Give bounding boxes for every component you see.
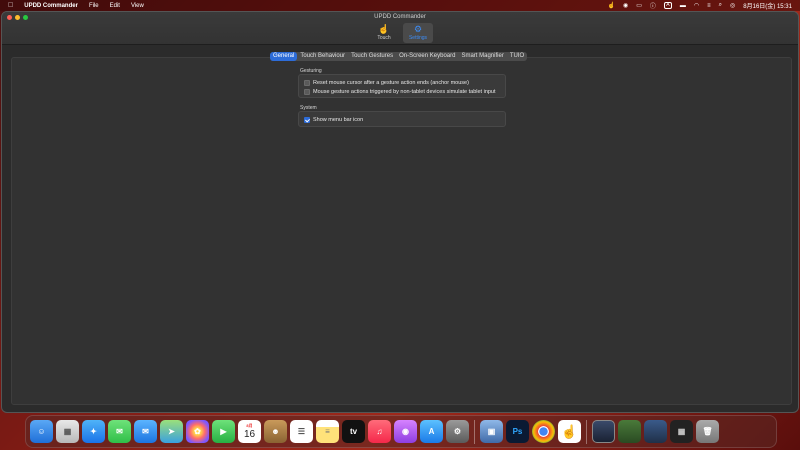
- simulate-tablet-input-checkbox[interactable]: [304, 88, 310, 95]
- system-group: Show menu bar icon: [298, 111, 506, 127]
- finder-icon[interactable]: ☺: [30, 420, 53, 443]
- messages-icon[interactable]: ✉: [108, 420, 131, 443]
- system-settings-icon[interactable]: ⚙: [446, 420, 469, 443]
- apple-menu-icon[interactable]: : [8, 2, 13, 9]
- calendar-icon[interactable]: 8月 16: [238, 420, 261, 443]
- record-status-icon[interactable]: ◉: [623, 2, 628, 9]
- dock-separator-2: [586, 419, 587, 444]
- search-icon[interactable]: ⌕: [719, 2, 722, 9]
- control-center-icon[interactable]: ≡: [707, 3, 711, 9]
- reminders-icon[interactable]: ☰: [290, 420, 313, 443]
- window-title: UPDD Commander: [374, 14, 426, 20]
- minimized-window-3[interactable]: [644, 420, 667, 443]
- toolbar: ☝ Touch ⚙ Settings: [369, 23, 433, 43]
- gear-icon: ⚙: [413, 24, 423, 34]
- menu-bar:  UPDD Commander File Edit View ☝ ◉ ▭ ⓘ …: [0, 0, 800, 11]
- tab-on-screen-keyboard[interactable]: On-Screen Keyboard: [396, 52, 458, 61]
- tab-touch-gestures[interactable]: Touch Gestures: [348, 52, 396, 61]
- notes-icon[interactable]: ≡: [316, 420, 339, 443]
- minimized-window-1[interactable]: [592, 420, 615, 443]
- simulate-tablet-input-label: Mouse gesture actions triggered by non-t…: [313, 88, 496, 95]
- show-menu-bar-icon-option[interactable]: Show menu bar icon: [304, 115, 500, 124]
- preview-icon[interactable]: ▣: [480, 420, 503, 443]
- app-window: UPDD Commander ☝ Touch ⚙ Settings Genera…: [1, 11, 799, 413]
- tab-tuio[interactable]: TUIO: [507, 52, 527, 61]
- dock-separator: [474, 419, 475, 444]
- touch-status-icon[interactable]: ☝: [607, 2, 614, 9]
- toolbar-settings-button[interactable]: ⚙ Settings: [403, 23, 433, 43]
- updd-commander-icon[interactable]: ☝: [558, 420, 581, 443]
- show-menu-bar-icon-label: Show menu bar icon: [313, 116, 364, 123]
- app-store-icon[interactable]: A: [420, 420, 443, 443]
- info-status-icon[interactable]: ⓘ: [650, 1, 656, 10]
- menu-view[interactable]: View: [131, 3, 144, 9]
- input-source-indicator[interactable]: A: [663, 2, 672, 9]
- title-bar: UPDD Commander ☝ Touch ⚙ Settings: [2, 12, 798, 45]
- settings-panel: [11, 57, 792, 405]
- dock: ☺ ▦ ✦ ✉ ✉ ➤ ✿ ▶ 8月 16 ☻ ☰ ≡ tv ♫ ◉ A ⚙ ▣…: [25, 415, 777, 448]
- apple-tv-icon[interactable]: tv: [342, 420, 365, 443]
- maps-icon[interactable]: ➤: [160, 420, 183, 443]
- app-menu[interactable]: UPDD Commander: [24, 3, 78, 9]
- gesturing-group: Reset mouse cursor after a gesture actio…: [298, 74, 506, 98]
- photos-icon[interactable]: ✿: [186, 420, 209, 443]
- menu-edit[interactable]: Edit: [110, 3, 120, 9]
- tv-label: tv: [349, 427, 358, 436]
- tab-general[interactable]: General: [270, 52, 298, 61]
- calendar-day: 16: [243, 429, 256, 440]
- podcasts-icon[interactable]: ◉: [394, 420, 417, 443]
- settings-tabs: General Touch Behaviour Touch Gestures O…: [270, 52, 528, 61]
- tab-smart-magnifier[interactable]: Smart Magnifier: [458, 52, 506, 61]
- simulate-tablet-input-option[interactable]: Mouse gesture actions triggered by non-t…: [304, 87, 500, 96]
- toolbar-touch-label: Touch: [377, 35, 391, 41]
- hand-icon: ☝: [378, 24, 390, 34]
- menu-file[interactable]: File: [89, 3, 99, 9]
- show-menu-bar-icon-checkbox[interactable]: [304, 116, 310, 123]
- reset-mouse-cursor-option[interactable]: Reset mouse cursor after a gesture actio…: [304, 78, 500, 87]
- battery-icon[interactable]: ▬: [680, 3, 686, 9]
- minimized-window-2[interactable]: [618, 420, 641, 443]
- music-icon[interactable]: ♫: [368, 420, 391, 443]
- ps-label: Ps: [512, 427, 523, 436]
- clock-text[interactable]: 8月16日(金) 15:31: [743, 1, 792, 10]
- safari-icon[interactable]: ✦: [82, 420, 105, 443]
- chrome-icon[interactable]: [532, 420, 555, 443]
- contacts-icon[interactable]: ☻: [264, 420, 287, 443]
- battery-status-icon[interactable]: ▭: [636, 2, 642, 9]
- trash-icon[interactable]: 🗑: [696, 420, 719, 443]
- toolbar-settings-label: Settings: [408, 35, 428, 41]
- reset-mouse-cursor-label: Reset mouse cursor after a gesture actio…: [313, 79, 469, 86]
- tab-touch-behaviour[interactable]: Touch Behaviour: [297, 52, 348, 61]
- minimized-window-4[interactable]: ▦: [670, 420, 693, 443]
- photoshop-icon[interactable]: Ps: [506, 420, 529, 443]
- siri-icon[interactable]: ◎: [730, 2, 735, 9]
- reset-mouse-cursor-checkbox[interactable]: [304, 79, 310, 86]
- facetime-icon[interactable]: ▶: [212, 420, 235, 443]
- mail-icon[interactable]: ✉: [134, 420, 157, 443]
- launchpad-icon[interactable]: ▦: [56, 420, 79, 443]
- wifi-icon[interactable]: ◠: [694, 2, 699, 9]
- toolbar-touch-button[interactable]: ☝ Touch: [369, 23, 399, 43]
